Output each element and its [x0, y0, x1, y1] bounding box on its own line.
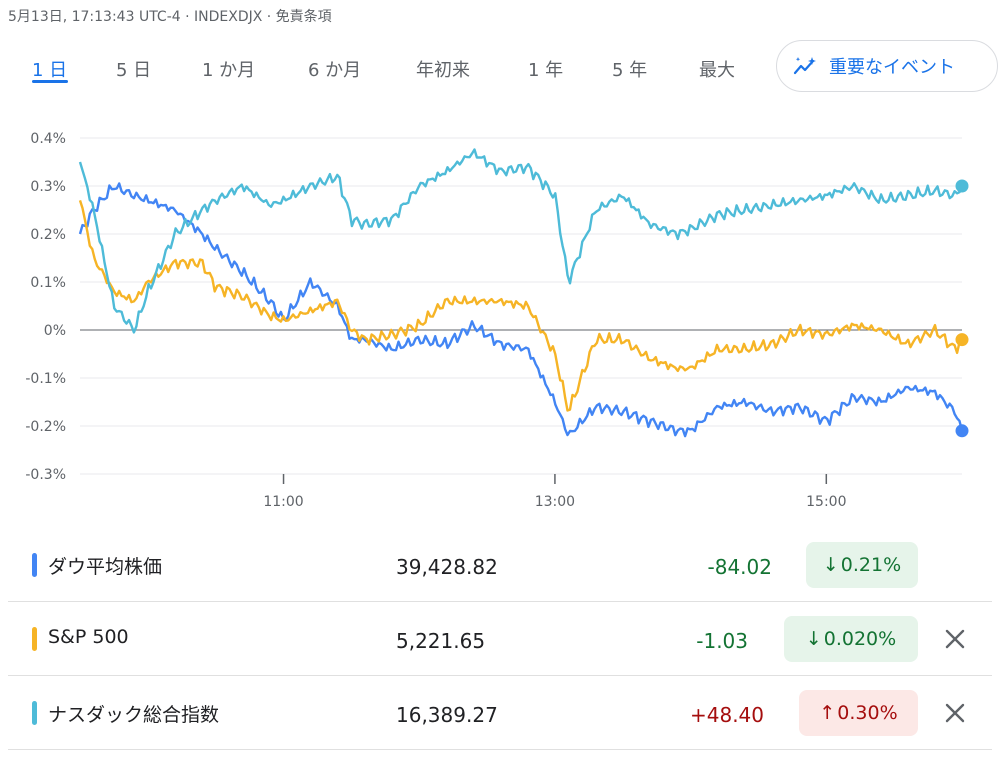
- tab-1-day[interactable]: 1 日: [32, 56, 67, 82]
- tab-1-month[interactable]: 1 か月: [202, 56, 255, 82]
- header-info: 5月13日, 17:13:43 UTC-4 · INDEXDJX · 免責条項: [8, 9, 332, 25]
- y-tick-label: -0.2%: [25, 419, 66, 435]
- index-name: ナスダック総合指数: [48, 704, 220, 726]
- y-tick-label: 0.2%: [30, 227, 66, 243]
- series-swatch: [32, 701, 37, 725]
- percent-value: 0.30%: [837, 702, 898, 724]
- active-tab-indicator: [32, 80, 68, 83]
- index-row-dow[interactable]: ダウ平均株価 39,428.82 -84.02 ↓ 0.21%: [8, 528, 992, 602]
- tab-1-year[interactable]: 1 年: [528, 56, 563, 82]
- arrow-down-icon: ↓: [805, 628, 822, 650]
- percent-change-badge: ↑ 0.30%: [799, 690, 918, 736]
- index-price: 5,221.65: [396, 629, 486, 653]
- arrow-up-icon: ↑: [819, 702, 836, 724]
- y-tick-label: 0.4%: [30, 131, 66, 147]
- tab-max[interactable]: 最大: [699, 56, 735, 82]
- x-tick-label: 15:00: [806, 494, 846, 510]
- index-price: 16,389.27: [396, 703, 498, 727]
- tab-6-month[interactable]: 6 か月: [308, 56, 361, 82]
- index-row-nasdaq[interactable]: ナスダック総合指数 16,389.27 +48.40 ↑ 0.30%: [8, 676, 992, 750]
- tab-ytd[interactable]: 年初来: [416, 56, 470, 82]
- percent-value: 0.21%: [840, 554, 902, 576]
- percent-change-badge: ↓ 0.020%: [784, 616, 918, 662]
- sparkle-chart-icon: [793, 57, 816, 75]
- index-change: -1.03: [696, 629, 748, 653]
- row-divider: [8, 749, 992, 750]
- index-line-chart: 0.4% 0.3% 0.2% 0.1% 0% -0.1% -0.2% -0.3% 11:00 13…: [25, 131, 969, 510]
- series-line-sp500: [78, 200, 963, 412]
- series-end-dot-dow: [955, 424, 969, 438]
- arrow-down-icon: ↓: [822, 554, 839, 576]
- series-line-dow: [78, 182, 964, 438]
- y-tick-label: 0.3%: [30, 179, 66, 195]
- x-tick-label: 13:00: [535, 494, 575, 510]
- tab-5-day[interactable]: 5 日: [116, 56, 151, 82]
- tab-5-year[interactable]: 5 年: [612, 56, 647, 82]
- x-tick-label: 11:00: [263, 494, 303, 510]
- key-events-button[interactable]: 重要なイベント: [776, 40, 998, 92]
- y-tick-label: 0.1%: [30, 275, 66, 291]
- series-end-dot-sp500: [955, 333, 969, 347]
- index-row-sp500[interactable]: S&P 500 5,221.65 -1.03 ↓ 0.020%: [8, 602, 992, 676]
- index-price: 39,428.82: [396, 555, 498, 579]
- y-tick-label: -0.1%: [25, 371, 66, 387]
- index-name: ダウ平均株価: [48, 556, 163, 578]
- close-icon[interactable]: [944, 628, 966, 650]
- percent-value: 0.020%: [823, 628, 897, 650]
- index-change: +48.40: [689, 703, 764, 727]
- close-icon[interactable]: [944, 702, 966, 724]
- key-events-label: 重要なイベント: [829, 57, 955, 78]
- percent-change-badge: ↓ 0.21%: [806, 542, 918, 588]
- series-swatch: [32, 627, 37, 651]
- series-end-dot-nasdaq: [955, 179, 969, 193]
- y-tick-label: -0.3%: [25, 467, 66, 483]
- index-name: S&P 500: [48, 626, 129, 648]
- y-tick-label: 0%: [44, 323, 66, 339]
- index-change: -84.02: [707, 555, 772, 579]
- series-swatch: [32, 553, 37, 577]
